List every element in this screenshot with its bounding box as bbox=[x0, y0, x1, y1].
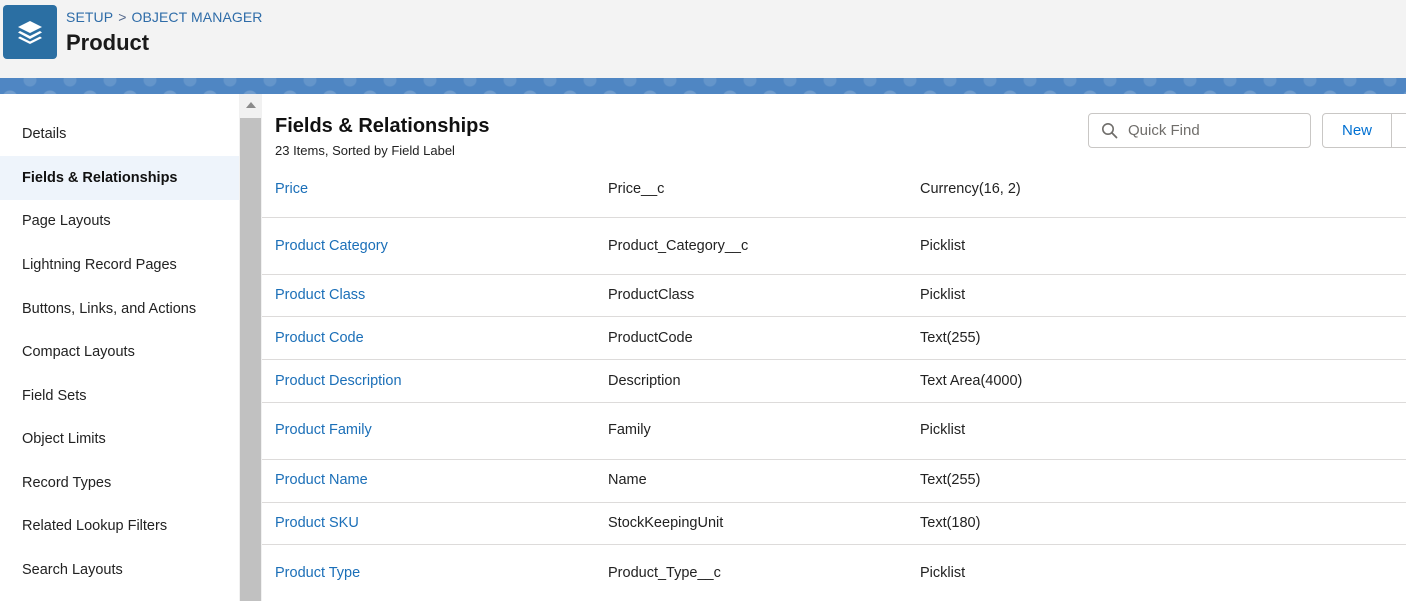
table-row: Product SKU StockKeepingUnit Text(180) bbox=[262, 503, 1406, 545]
field-data-type: Text(255) bbox=[920, 330, 981, 346]
quick-find-search[interactable] bbox=[1088, 113, 1311, 148]
layers-icon bbox=[3, 5, 57, 59]
table-row: Price Price__c Currency(16, 2) bbox=[262, 164, 1406, 218]
table-row: Product Category Product_Category__c Pic… bbox=[262, 218, 1406, 275]
table-row: Product Type Product_Type__c Picklist bbox=[262, 545, 1406, 601]
field-api-name: Price__c bbox=[608, 181, 665, 197]
search-icon bbox=[1101, 122, 1118, 140]
field-data-type: Currency(16, 2) bbox=[920, 181, 1021, 197]
sidebar-item-search-layouts[interactable]: Search Layouts bbox=[0, 548, 239, 592]
field-data-type: Picklist bbox=[920, 238, 966, 254]
field-api-name: ProductCode bbox=[608, 330, 693, 346]
sidebar-item-fields-relationships[interactable]: Fields & Relationships bbox=[0, 156, 239, 200]
field-data-type: Picklist bbox=[920, 565, 966, 581]
sidebar-item-details[interactable]: Details bbox=[0, 112, 239, 156]
header-decorative-band bbox=[0, 78, 1406, 94]
table-row: Product Name Name Text(255) bbox=[262, 460, 1406, 503]
sidebar-item-buttons-links-actions[interactable]: Buttons, Links, and Actions bbox=[0, 287, 239, 331]
scrollbar-thumb[interactable] bbox=[240, 118, 261, 601]
page-title: Product bbox=[66, 30, 150, 55]
table-row: Product Description Description Text Are… bbox=[262, 360, 1406, 403]
sidebar: Details Fields & Relationships Page Layo… bbox=[0, 94, 239, 601]
field-api-name: Name bbox=[608, 472, 647, 488]
breadcrumb-separator: > bbox=[118, 9, 127, 25]
breadcrumb-object-manager[interactable]: OBJECT MANAGER bbox=[131, 9, 262, 25]
sidebar-item-field-sets[interactable]: Field Sets bbox=[0, 374, 239, 418]
table-row: Product Class ProductClass Picklist bbox=[262, 275, 1406, 317]
field-data-type: Text(180) bbox=[920, 515, 981, 531]
field-data-type: Picklist bbox=[920, 422, 966, 438]
field-api-name: StockKeepingUnit bbox=[608, 515, 724, 531]
main-content: Fields & Relationships 23 Items, Sorted … bbox=[262, 94, 1406, 601]
sidebar-item-compact-layouts[interactable]: Compact Layouts bbox=[0, 330, 239, 374]
field-api-name: Description bbox=[608, 373, 681, 389]
field-data-type: Text(255) bbox=[920, 472, 981, 488]
sidebar-item-lightning-record-pages[interactable]: Lightning Record Pages bbox=[0, 243, 239, 287]
field-label-link[interactable]: Product Name bbox=[275, 472, 368, 488]
sidebar-item-object-limits[interactable]: Object Limits bbox=[0, 417, 239, 461]
table-row: Product Code ProductCode Text(255) bbox=[262, 317, 1406, 360]
field-api-name: Product_Category__c bbox=[608, 238, 749, 254]
field-data-type: Text Area(4000) bbox=[920, 373, 1023, 389]
field-label-link[interactable]: Product SKU bbox=[275, 515, 359, 531]
section-title: Fields & Relationships bbox=[275, 115, 490, 137]
sidebar-item-page-layouts[interactable]: Page Layouts bbox=[0, 199, 239, 243]
scroll-up-arrow-icon[interactable] bbox=[239, 94, 262, 116]
field-api-name: ProductClass bbox=[608, 287, 695, 303]
new-field-button[interactable]: New bbox=[1322, 113, 1392, 148]
sidebar-item-related-lookup-filters[interactable]: Related Lookup Filters bbox=[0, 504, 239, 548]
sidebar-item-record-types[interactable]: Record Types bbox=[0, 461, 239, 505]
field-label-link[interactable]: Product Family bbox=[275, 422, 372, 438]
field-api-name: Family bbox=[608, 422, 651, 438]
field-label-link[interactable]: Product Class bbox=[275, 287, 365, 303]
field-label-link[interactable]: Product Code bbox=[275, 330, 364, 346]
header: SETUP > OBJECT MANAGER Product bbox=[0, 0, 1406, 78]
field-api-name: Product_Type__c bbox=[608, 565, 721, 581]
sidebar-scrollbar[interactable] bbox=[239, 94, 262, 601]
breadcrumb: SETUP > OBJECT MANAGER bbox=[66, 9, 263, 25]
field-data-type: Picklist bbox=[920, 287, 966, 303]
field-label-link[interactable]: Product Description bbox=[275, 373, 402, 389]
table-row: Product Family Family Picklist bbox=[262, 403, 1406, 460]
field-label-link[interactable]: Product Category bbox=[275, 238, 388, 254]
field-label-link[interactable]: Product Type bbox=[275, 565, 360, 581]
quick-find-input[interactable] bbox=[1126, 121, 1310, 140]
breadcrumb-setup[interactable]: SETUP bbox=[66, 9, 113, 25]
section-subtitle: 23 Items, Sorted by Field Label bbox=[275, 143, 455, 158]
more-actions-button[interactable] bbox=[1391, 113, 1406, 148]
field-label-link[interactable]: Price bbox=[275, 181, 308, 197]
